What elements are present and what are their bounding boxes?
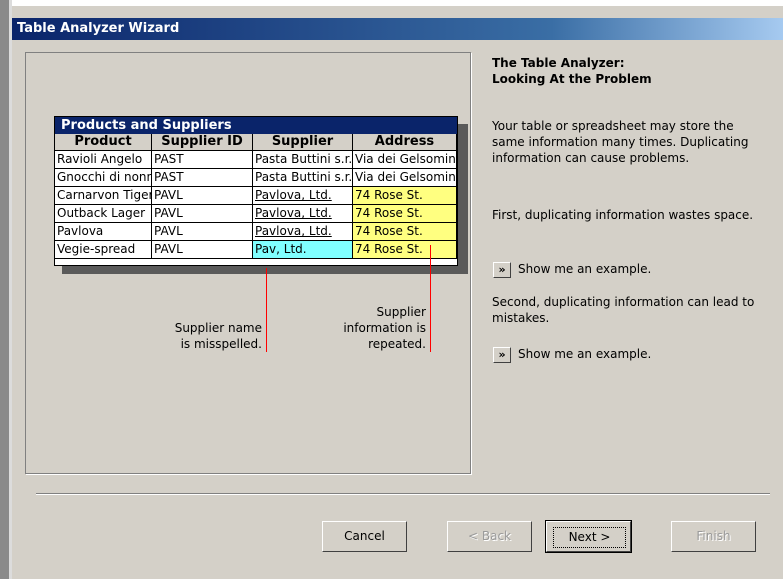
- table-cell: Via dei Gelsomini: [353, 169, 457, 187]
- products-suppliers-table: Products and Suppliers Product Supplier …: [54, 116, 458, 266]
- column-header-supplier-id: Supplier ID: [152, 134, 253, 151]
- table-cell: Pavlova, Ltd.: [253, 205, 353, 223]
- intro-text: Your table or spreadsheet may store the …: [492, 119, 749, 165]
- column-header-address: Address: [353, 134, 457, 151]
- table-cell: Outback Lager: [55, 205, 152, 223]
- table-cell: PAST: [152, 151, 253, 169]
- column-header-supplier: Supplier: [253, 134, 353, 151]
- table-cell: Pavlova: [55, 223, 152, 241]
- annotation-line: Supplier: [376, 305, 426, 319]
- show-example-button-1[interactable]: »: [493, 262, 511, 278]
- table-cell: Pasta Buttini s.r.l.: [253, 169, 353, 187]
- table-cell: Pavlova, Ltd.: [253, 187, 353, 205]
- table-cell-misspelled: Pav, Ltd.: [253, 241, 353, 259]
- table-cell: PAVL: [152, 205, 253, 223]
- table-cell-highlighted: 74 Rose St.: [353, 187, 457, 205]
- column-header-product: Product: [55, 134, 152, 151]
- title-bar[interactable]: Table Analyzer Wizard: [12, 18, 783, 40]
- show-example-button-2[interactable]: »: [493, 347, 511, 363]
- table-cell: PAVL: [152, 223, 253, 241]
- next-button[interactable]: Next >: [545, 520, 632, 553]
- heading-line: Looking At the Problem: [492, 72, 652, 86]
- next-button-label: Next >: [553, 527, 626, 548]
- show-example-label-1: Show me an example.: [518, 262, 652, 276]
- misspelled-annotation: Supplier name is misspelled.: [150, 320, 262, 352]
- page-heading: The Table Analyzer: Looking At the Probl…: [492, 55, 762, 87]
- window-title: Table Analyzer Wizard: [17, 21, 180, 36]
- annotation-line: repeated.: [368, 337, 426, 351]
- desktop-edge-left: [0, 0, 9, 579]
- waste-space-text: First, duplicating information wastes sp…: [492, 208, 754, 222]
- table-cell: Pasta Buttini s.r.l.: [253, 151, 353, 169]
- table-cell: Carnarvon Tigers: [55, 187, 152, 205]
- cancel-button[interactable]: Cancel: [322, 521, 407, 552]
- table-cell: PAST: [152, 169, 253, 187]
- separator-highlight: [36, 494, 770, 495]
- annotation-line: information is: [343, 321, 426, 335]
- mistakes-text: Second, duplicating information can lead…: [492, 295, 755, 325]
- table-cell-highlighted: 74 Rose St.: [353, 241, 457, 259]
- finish-button[interactable]: Finish: [671, 521, 756, 552]
- table-cell-highlighted: 74 Rose St.: [353, 205, 457, 223]
- table-cell-highlighted: 74 Rose St.: [353, 223, 457, 241]
- table-cell: Gnocchi di nonna: [55, 169, 152, 187]
- table-cell: PAVL: [152, 241, 253, 259]
- table-cell: Vegie-spread: [55, 241, 152, 259]
- annotation-line: is misspelled.: [180, 337, 262, 351]
- show-example-label-2: Show me an example.: [518, 347, 652, 361]
- repeated-pointer-line: [430, 245, 431, 352]
- repeated-annotation: Supplier information is repeated.: [318, 304, 426, 352]
- misspelled-pointer-line: [266, 268, 267, 352]
- table-title: Products and Suppliers: [55, 117, 457, 134]
- table-cell: Via dei Gelsomini: [353, 151, 457, 169]
- annotation-line: Supplier name: [174, 321, 262, 335]
- table-cell: Ravioli Angelo: [55, 151, 152, 169]
- table-cell: PAVL: [152, 187, 253, 205]
- table-cell: Pavlova, Ltd.: [253, 223, 353, 241]
- back-button[interactable]: < Back: [447, 521, 532, 552]
- heading-line: The Table Analyzer:: [492, 56, 625, 70]
